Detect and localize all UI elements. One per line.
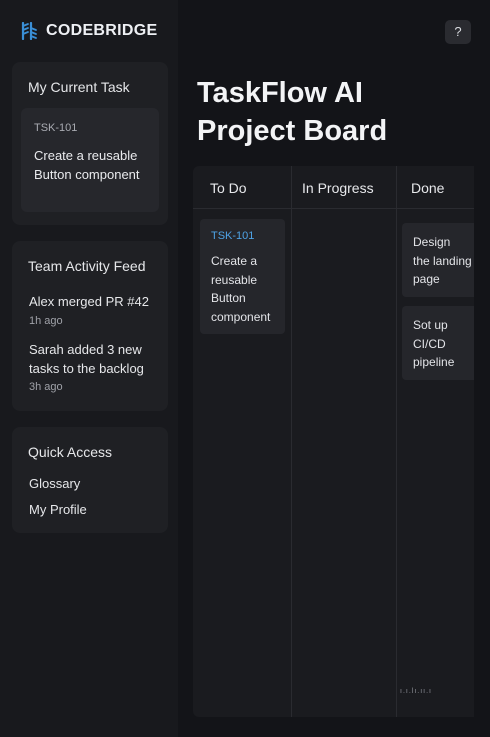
kanban-card-text: CI/CD (413, 336, 446, 351)
kanban-card-id: TSK-101 (211, 230, 255, 242)
brand-logo[interactable]: CODEBRIDGE (20, 22, 157, 40)
column-header-in-progress[interactable]: In Progress (302, 180, 374, 196)
kanban-card[interactable]: TSK-101 Create a reusable Button compone… (200, 219, 285, 334)
kanban-card[interactable]: Design the landing page (402, 223, 474, 297)
quick-link-glossary[interactable]: Glossary (29, 476, 80, 491)
kanban-card-text: Sot up (413, 318, 448, 332)
activity-feed-panel: Team Activity Feed Alex merged PR #42 1h… (12, 241, 168, 411)
quick-link-my-profile[interactable]: My Profile (29, 502, 87, 517)
kanban-card-text: Create a (211, 254, 258, 268)
page-title-line-2: Project Board (197, 115, 388, 147)
quick-access-panel: Quick Access Glossary My Profile (12, 427, 168, 533)
kanban-card-text: component (211, 309, 271, 324)
watermark-mark: ı.ı.lı.ıı.ı (400, 688, 433, 695)
activity-item-text: Alex merged PR #42 (29, 294, 149, 309)
column-header-done[interactable]: Done (411, 180, 444, 196)
current-task-text: Create a reusable Button component (34, 148, 140, 182)
codebridge-logo-icon (21, 22, 37, 40)
current-task-id: TSK-101 (34, 122, 78, 134)
activity-item-text: Sarah added 3 new tasks to the backlog (29, 342, 144, 376)
column-done: Done Design the landing page Sot up CI/C… (397, 166, 474, 717)
kanban-card-text: Button (211, 291, 246, 305)
quick-access-title: Quick Access (28, 444, 113, 460)
activity-feed-title: Team Activity Feed (28, 258, 146, 274)
kanban-card-text: Design (413, 235, 451, 249)
column-header-todo[interactable]: To Do (210, 180, 247, 196)
column-todo: To Do TSK-101 Create a reusable Button c… (193, 166, 291, 717)
kanban-card[interactable]: Sot up CI/CD pipeline (402, 306, 474, 380)
app-window: CODEBRIDGE My Current Task TSK-101 Creat… (0, 0, 490, 737)
current-task-title: My Current Task (28, 79, 130, 95)
project-board: To Do TSK-101 Create a reusable Button c… (193, 166, 474, 717)
column-in-progress: In Progress (292, 166, 396, 717)
kanban-card-text: the landing (413, 253, 472, 268)
sidebar: CODEBRIDGE My Current Task TSK-101 Creat… (0, 0, 178, 737)
page-title: TaskFlow AI Project Board (197, 74, 467, 150)
kanban-card-text: page (413, 272, 440, 286)
help-button[interactable]: ? (445, 20, 471, 44)
activity-item-time: 1h ago (29, 315, 63, 327)
brand-name: CODEBRIDGE (46, 22, 158, 39)
activity-item-time: 3h ago (29, 381, 63, 393)
kanban-card-text: reusable (211, 272, 258, 287)
page-title-line-1: TaskFlow AI (197, 77, 363, 109)
kanban-card-text: pipeline (413, 355, 455, 369)
current-task-card[interactable]: TSK-101 Create a reusable Button compone… (21, 108, 159, 212)
